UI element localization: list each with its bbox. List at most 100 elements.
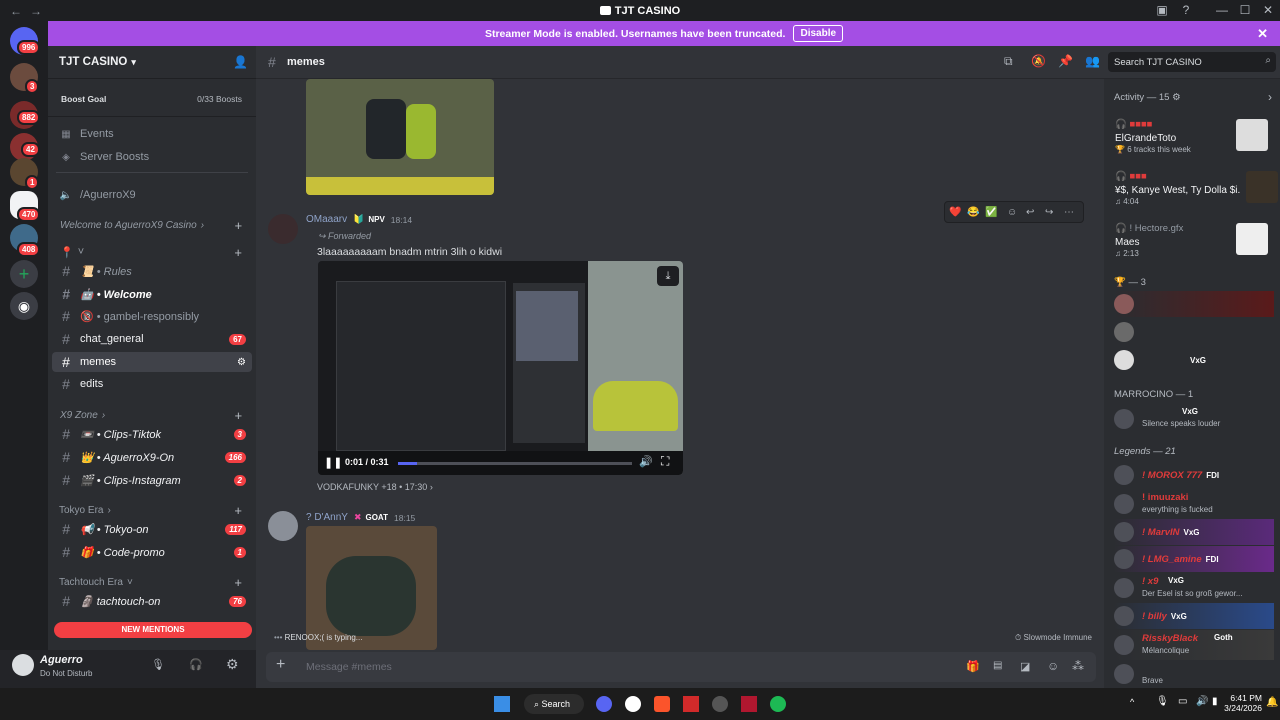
start-icon[interactable] — [494, 696, 510, 712]
reaction-laugh[interactable]: 😂 — [967, 207, 985, 218]
disable-button[interactable]: Disable — [793, 25, 844, 42]
avatar[interactable] — [268, 511, 298, 541]
server-header[interactable]: TJT CASINO ▾ 👤 — [48, 46, 256, 79]
attach-icon[interactable]: + — [276, 656, 285, 674]
add-server-icon[interactable]: + — [10, 260, 38, 288]
chevron-right-icon[interactable]: › — [1268, 90, 1272, 104]
maximize-button[interactable]: ☐ — [1233, 0, 1257, 21]
channel-clips-instagram[interactable]: # 🎬 • Clips-Instagram 2 — [52, 470, 252, 490]
clock[interactable]: 6:41 PM 3/24/2026 — [1222, 693, 1262, 713]
volume-tray-icon[interactable]: 🔊 — [1196, 696, 1208, 707]
channel-clips-tiktok[interactable]: # 📼 • Clips-Tiktok 3 — [52, 424, 252, 444]
category-tokyo-era[interactable]: Tokyo Era › + — [52, 500, 252, 520]
discover-icon[interactable]: ◉ — [10, 292, 38, 320]
forward-source[interactable]: VODKAFUNKY +18 • 17:30 › — [317, 482, 433, 492]
member-item[interactable]: ! MOROX 777 FDI — [1114, 462, 1274, 488]
spotify-app-icon[interactable] — [770, 696, 786, 712]
channel-aguerrox9-on[interactable]: # 👑 • AguerroX9-On 166 — [52, 447, 252, 467]
member-item[interactable]: VxG Silence speaks louder — [1114, 404, 1274, 434]
author-name[interactable]: ? D'AnnY — [306, 512, 348, 523]
member-item[interactable] — [1114, 291, 1274, 317]
category-tachtouch-era[interactable]: Tachtouch Era ˅ + — [52, 572, 252, 592]
network-icon[interactable]: ▭ — [1178, 696, 1187, 707]
taskbar-search[interactable]: ⌕ Search — [524, 694, 584, 714]
member-item[interactable]: ! LMG_amine FDI — [1114, 546, 1274, 572]
avatar[interactable] — [12, 654, 34, 676]
video-player[interactable]: ⤓ ❚❚ 0:01 / 0:31 🔊 ⛶ — [318, 261, 683, 475]
acrobat-app-icon[interactable] — [683, 696, 699, 712]
channel-memes[interactable]: # memes ⚙ — [52, 352, 252, 372]
reply-icon[interactable]: ↩ — [1026, 207, 1045, 218]
member-item[interactable]: VxG — [1114, 347, 1274, 373]
help-icon[interactable]: ? — [1174, 0, 1198, 21]
members-icon[interactable]: 👥 — [1085, 54, 1100, 68]
activity-card[interactable]: 🎧 ■■■■ ElGrandeToto 🏆 6 tracks this week — [1114, 119, 1274, 159]
aguerro-link[interactable]: 🔈/AguerroX9 — [52, 185, 252, 205]
reaction-check[interactable]: ✅ — [985, 207, 1007, 218]
user-settings-icon[interactable]: ⚙ — [226, 656, 239, 673]
notifications-tray-icon[interactable]: 🔔 — [1266, 697, 1278, 708]
channel-code-promo[interactable]: # 🎁 • Code-promo 1 — [52, 542, 252, 562]
member-item[interactable]: ! MarvIN VxG — [1114, 519, 1274, 545]
channel-rules[interactable]: # 📜 • Rules — [52, 261, 252, 281]
threads-icon[interactable]: ⧉ — [1004, 54, 1013, 69]
activity-card[interactable]: 🎧 ■■■ ¥$, Kanye West, Ty Dolla $i... ♫ 4… — [1114, 171, 1278, 211]
channel-gambel-responsibly[interactable]: # 🔞 • gambel-responsibly — [52, 306, 252, 326]
boost-goal[interactable]: Boost Goal 0/33 Boosts — [48, 79, 256, 117]
steam-app-icon[interactable] — [712, 696, 728, 712]
settings-icon[interactable]: ⚙ — [237, 357, 246, 368]
channel-tokyo-on[interactable]: # 📢 • Tokyo-on 117 — [52, 519, 252, 539]
add-channel-icon[interactable]: + — [234, 218, 242, 233]
tray-chevron-icon[interactable]: ^ — [1130, 697, 1134, 707]
channel-chat-general[interactable]: # chat_general 67 — [52, 329, 252, 349]
forward-icon[interactable]: ↪ — [1045, 207, 1064, 218]
gif-icon[interactable]: ▤ — [993, 660, 1002, 671]
server-boosts-link[interactable]: ◈ Server Boosts — [52, 147, 252, 167]
channel-welcome[interactable]: # 🤖 • Welcome — [52, 284, 252, 304]
search-input[interactable]: Search TJT CASINO ⌕ — [1108, 52, 1276, 72]
member-item[interactable]: ! x9 VxG Der Esel ist so groß gewor... — [1114, 573, 1274, 603]
message-input[interactable]: + Message #memes 🎁 ▤ ◪ ☺ ⁂ — [266, 652, 1096, 682]
category-x9-zone[interactable]: X9 Zone › + — [52, 405, 252, 425]
volume-icon[interactable]: 🔊 — [639, 455, 653, 468]
close-button[interactable]: ✕ — [1256, 0, 1280, 21]
pause-icon[interactable]: ❚❚ — [324, 456, 342, 469]
avatar[interactable] — [268, 214, 298, 244]
reaction-heart[interactable]: ❤️ — [949, 207, 967, 218]
brave-app-icon[interactable] — [654, 696, 670, 712]
discord-app-icon[interactable] — [596, 696, 612, 712]
add-channel-icon[interactable]: + — [234, 408, 242, 423]
category-welcome[interactable]: Welcome to AguerroX9 Casino › + — [52, 215, 252, 235]
inbox-icon[interactable]: ▣ — [1150, 0, 1174, 21]
image-attachment[interactable] — [306, 79, 494, 195]
emoji-icon[interactable]: ☺ — [1047, 659, 1059, 673]
video-progress[interactable] — [398, 462, 632, 465]
battery-icon[interactable]: ▮ — [1212, 696, 1218, 707]
activity-card[interactable]: 🎧 ! Hectore.gfx Maes ♫ 2:13 — [1114, 223, 1274, 263]
microphone-icon[interactable]: 🎙 — [151, 658, 165, 671]
events-link[interactable]: ▦ Events — [52, 124, 252, 144]
headphones-icon[interactable]: 🎧 — [189, 658, 203, 671]
new-mentions-button[interactable]: NEW MENTIONS — [54, 622, 252, 638]
image-attachment[interactable] — [306, 526, 437, 650]
member-item[interactable] — [1114, 319, 1274, 345]
capcut-app-icon[interactable] — [741, 696, 757, 712]
member-item[interactable]: ! imuuzaki everything is fucked — [1114, 489, 1274, 519]
author-name[interactable]: OMaaarv — [306, 214, 347, 225]
member-item[interactable]: ! billy VxG — [1114, 603, 1274, 629]
invite-icon[interactable]: 👤 — [233, 55, 248, 69]
more-icon[interactable]: ⋯ — [1064, 207, 1078, 218]
download-icon[interactable]: ⤓ — [657, 266, 679, 286]
minimize-button[interactable]: — — [1210, 0, 1234, 21]
member-item[interactable]: RisskyBlack Goth Mélancolique — [1114, 630, 1274, 660]
pin-icon[interactable]: 📌 — [1058, 54, 1073, 68]
add-channel-icon[interactable]: + — [234, 575, 242, 590]
apps-icon[interactable]: ⁂ — [1072, 659, 1084, 673]
channel-edits[interactable]: # edits — [52, 374, 252, 394]
channel-tachtouch-on[interactable]: # 🗿 tachtouch-on 76 — [52, 591, 252, 611]
add-reaction-icon[interactable]: ☺ — [1007, 207, 1026, 218]
member-item[interactable]: Brave — [1114, 660, 1274, 688]
github-app-icon[interactable] — [625, 696, 641, 712]
sticker-icon[interactable]: ◪ — [1020, 660, 1030, 673]
add-channel-icon[interactable]: + — [234, 245, 242, 260]
